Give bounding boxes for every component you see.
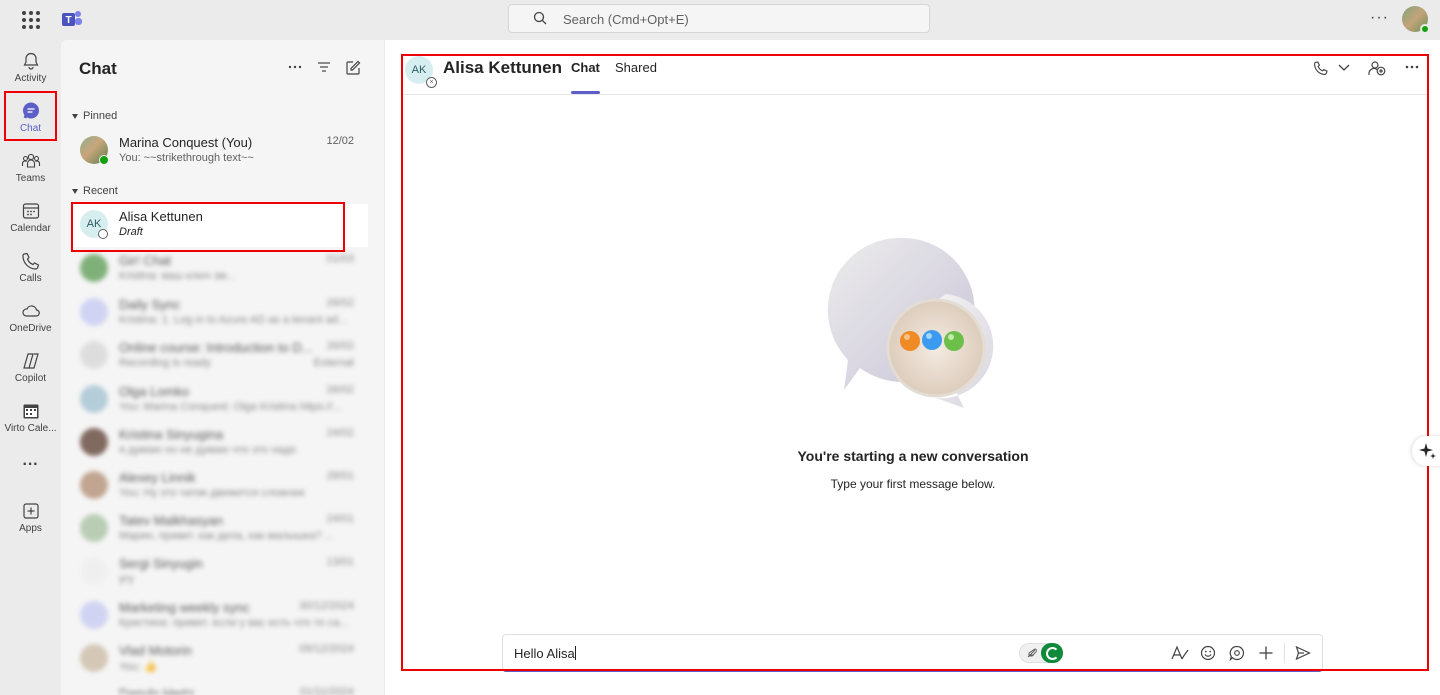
presence-available-icon [99,155,109,165]
filter-icon[interactable] [317,60,331,74]
avatar [80,428,108,456]
avatar [80,514,108,542]
rail-apps[interactable]: Apps [0,494,61,544]
calendar-icon [22,203,39,219]
avatar [80,471,108,499]
list-item[interactable]: Alexey Linnik You: Ну это чатик движется … [71,465,368,508]
list-item[interactable]: Daily Sync Kristina: 1. Log in to Azure A… [71,292,368,335]
list-item[interactable]: Sergi Sinyugin угу 13/01 [71,551,368,594]
app-launcher-icon[interactable] [22,11,40,29]
chat-list-pane: Chat Pinned Marina Conquest (You) You: ~… [61,40,384,695]
teams-logo-icon: T [62,11,82,26]
list-item[interactable]: Olga Lomko You: Marina Conquest: Olga Kri… [71,379,368,422]
virto-calendar-icon [23,404,38,419]
avatar [80,557,108,585]
list-item[interactable]: Kristina Sinyugina я думаю но не думаю чт… [71,422,368,465]
list-item[interactable]: Danylo Hertz 01/11/2024 [71,681,368,695]
teams-icon [21,153,40,168]
avatar [80,298,108,326]
list-item[interactable]: Marketing weekly sync Кристина: привет. е… [71,595,368,638]
user-avatar[interactable] [1402,6,1430,34]
add-app-icon [22,503,39,519]
settings-more-icon[interactable]: ··· [1370,9,1389,27]
highlight-box-conversation [401,54,1429,671]
highlight-box-chat-rail [4,91,57,141]
rail-copilot[interactable]: Copilot [0,344,61,394]
list-item[interactable]: Vlad Motorin You: 👍 09/12/2024 [71,638,368,681]
rail-teams[interactable]: Teams [0,144,61,194]
title-bar: T Search (Cmd+Opt+E) ··· [0,0,1440,40]
more-options-icon[interactable] [288,60,302,74]
search-icon [533,11,547,25]
chat-item-pinned[interactable]: Marina Conquest (You) You: ~~strikethrou… [71,130,368,173]
search-input[interactable]: Search (Cmd+Opt+E) [508,4,930,33]
rail-virto-calendar[interactable]: Virto Cale... [0,394,61,444]
svg-text:T: T [65,15,71,26]
presence-available-icon [1420,24,1430,34]
rail-onedrive[interactable]: OneDrive [0,294,61,344]
avatar [80,341,108,369]
new-chat-icon[interactable] [345,60,361,76]
rail-calls[interactable]: Calls [0,244,61,294]
cloud-icon [21,305,40,317]
list-item[interactable]: Online course: Introduction to D... Recor… [71,335,368,378]
list-item[interactable]: Gir! Chat Kristina: ваш ключ зм... 01/03 [71,248,368,291]
sparkle-icon [1419,443,1436,459]
avatar [80,601,108,629]
list-item[interactable]: Tatev Malkhasyan Марин, привет. как дела,… [71,508,368,551]
chat-list-title: Chat [79,59,117,78]
recent-section-header[interactable]: Recent [72,185,118,197]
rail-activity[interactable]: Activity [0,44,61,94]
avatar [80,644,108,672]
bell-icon [23,52,38,70]
avatar [80,254,108,282]
avatar [80,385,108,413]
pinned-section-header[interactable]: Pinned [72,110,117,122]
phone-icon [21,252,39,270]
search-placeholder: Search (Cmd+Opt+E) [563,12,689,27]
rail-calendar[interactable]: Calendar [0,194,61,244]
copilot-icon [22,353,39,369]
copilot-sparkle-button[interactable] [1412,436,1440,466]
highlight-box-selected-chat [71,202,345,252]
